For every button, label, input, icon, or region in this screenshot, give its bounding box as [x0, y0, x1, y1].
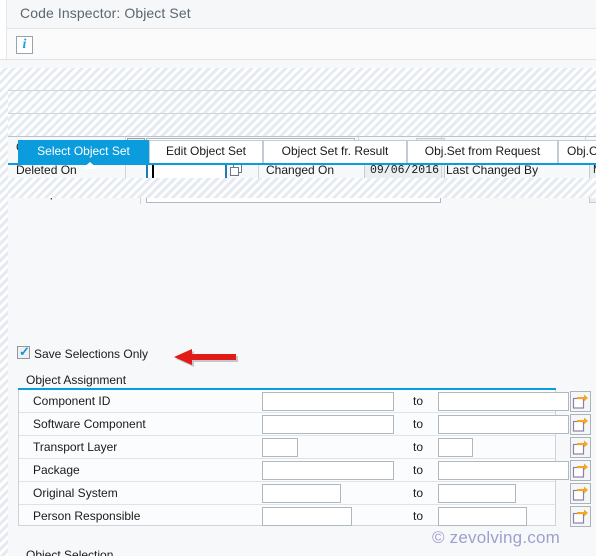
multiple-selection-icon	[572, 417, 588, 432]
transport-layer-from-input[interactable]	[262, 438, 298, 457]
assignment-row-package: Package to	[19, 459, 569, 482]
assignment-person-responsible-from-input[interactable]	[262, 507, 352, 526]
software-component-to-input[interactable]	[438, 415, 569, 434]
component-id-from-input[interactable]	[262, 392, 394, 411]
title-bar-left-edge	[0, 0, 7, 29]
component-id-label: Component ID	[33, 394, 111, 408]
tab-obj-c[interactable]: Obj.C	[558, 140, 596, 163]
object-assignment-title: Object Assignment	[26, 373, 127, 387]
multi-select-software-component[interactable]	[570, 414, 591, 435]
assignment-row-original-system: Original System to	[19, 482, 555, 505]
save-selections-only-label: Save Selections Only	[34, 347, 149, 361]
object-assignment-body: Component ID to Software Component to Tr…	[18, 390, 569, 528]
assignment-row-component-id: Component ID to	[19, 390, 569, 413]
object-selection-title: Object Selection	[26, 548, 114, 556]
package-to-input[interactable]	[438, 461, 569, 480]
multiple-selection-icon	[572, 463, 588, 478]
object-set-header: Object Set ZTEST_NP_OBJ_SET Vers. 001 Pe…	[0, 68, 596, 204]
tab-select-object-set[interactable]: Select Object Set	[18, 140, 149, 163]
component-id-to-label: to	[413, 394, 424, 408]
info-icon[interactable]: i	[16, 36, 33, 54]
original-system-to-input[interactable]	[438, 484, 516, 503]
multi-select-component-id[interactable]	[570, 391, 591, 412]
window-title-bar: Code Inspector: Object Set	[0, 0, 596, 29]
assignment-row-software-component: Software Component to	[19, 413, 569, 436]
original-system-to-label: to	[413, 486, 424, 500]
component-id-to-input[interactable]	[438, 392, 569, 411]
page-title: Code Inspector: Object Set	[20, 5, 191, 21]
tab-obj-set-from-request[interactable]: Obj.Set from Request	[407, 140, 558, 163]
multiple-selection-icon	[572, 486, 588, 501]
original-system-label: Original System	[33, 486, 118, 500]
multiple-selection-icon	[572, 509, 588, 524]
multi-select-transport-layer[interactable]	[570, 437, 591, 458]
site-watermark: © zevolving.com	[432, 528, 560, 547]
red-left-arrow-glyph	[174, 349, 238, 367]
checkbox-tick-icon: ✓	[19, 344, 30, 359]
header-row-description	[8, 114, 596, 137]
tab-edit-object-set[interactable]: Edit Object Set	[149, 140, 263, 163]
multiple-selection-icon	[572, 440, 588, 455]
multi-select-person-responsible[interactable]	[570, 506, 591, 527]
package-to-label: to	[413, 463, 424, 477]
assignment-row-transport-layer: Transport Layer to	[19, 436, 555, 459]
transport-layer-to-label: to	[413, 440, 424, 454]
sap-gui-window: Code Inspector: Object Set i Object Set …	[0, 0, 596, 556]
transport-layer-label: Transport Layer	[33, 440, 118, 454]
header-row-deleted-on	[8, 91, 596, 114]
assignment-person-responsible-label: Person Responsible	[33, 509, 141, 523]
tab-selected-indicator	[83, 162, 97, 169]
software-component-label: Software Component	[33, 417, 146, 431]
tab-object-set-fr-result[interactable]: Object Set fr. Result	[263, 140, 407, 163]
application-toolbar	[0, 29, 596, 60]
assignment-person-responsible-to-label: to	[413, 509, 424, 523]
assignment-row-person-responsible: Person Responsible to	[19, 505, 555, 528]
header-row-object-set	[8, 68, 596, 91]
assignment-person-responsible-to-input[interactable]	[438, 507, 527, 526]
multi-select-original-system[interactable]	[570, 483, 591, 504]
transport-layer-to-input[interactable]	[438, 438, 473, 457]
software-component-to-label: to	[413, 417, 424, 431]
multi-select-package[interactable]	[570, 460, 591, 481]
save-selections-only-checkbox[interactable]: ✓	[17, 344, 30, 359]
red-left-arrow-annotation	[172, 347, 250, 369]
select-object-set-panel: ✓ Save Selections Only Object Assignment…	[0, 165, 596, 556]
package-from-input[interactable]	[262, 461, 394, 480]
save-selections-row	[8, 178, 596, 198]
multiple-selection-icon	[572, 394, 588, 409]
main-tabstrip: Select Object Set Edit Object Set Object…	[0, 140, 596, 169]
info-icon-glyph: i	[22, 37, 27, 52]
original-system-from-input[interactable]	[262, 484, 341, 503]
toolbar-left-edge	[0, 29, 7, 59]
software-component-from-input[interactable]	[262, 415, 394, 434]
package-label: Package	[33, 463, 80, 477]
